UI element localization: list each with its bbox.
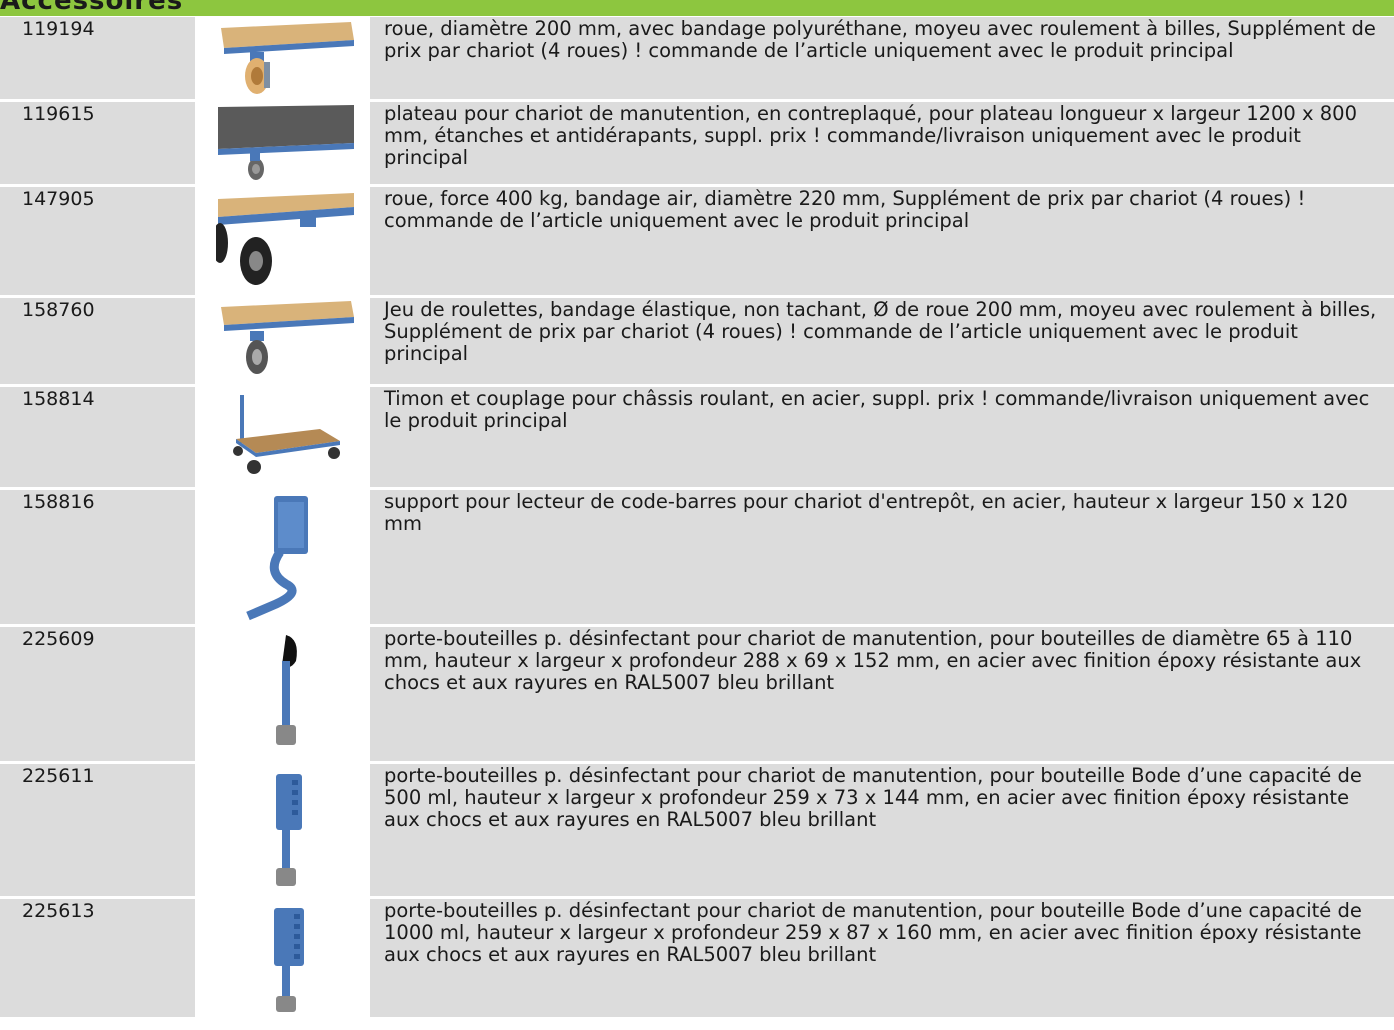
article-description: support pour lecteur de code-barres pour… — [370, 490, 1394, 627]
product-image — [195, 298, 370, 387]
table-row: 158814 Timon et couplage pour châssis ro… — [0, 387, 1394, 490]
tow-bar-cart-icon — [198, 387, 367, 487]
table-row: 158816 support pour lecteur de code-barr… — [0, 490, 1394, 627]
product-image — [195, 627, 370, 764]
article-description: porte-bouteilles p. désinfectant pour ch… — [370, 899, 1394, 1020]
accessories-table: 119194 roue, diamètre 200 mm, avec banda… — [0, 17, 1394, 1020]
article-description: Jeu de roulettes, bandage élastique, non… — [370, 298, 1394, 387]
product-image — [195, 387, 370, 490]
table-row: 147905 roue, force 400 kg, bandage air, … — [0, 187, 1394, 298]
castor-wheel-icon — [198, 17, 367, 99]
bottle-holder-icon — [198, 627, 367, 761]
article-number: 158760 — [0, 298, 195, 387]
table-row: 225613 porte-bouteilles p. désinfectant … — [0, 899, 1394, 1020]
article-number: 158814 — [0, 387, 195, 490]
product-image — [195, 187, 370, 298]
article-number: 225609 — [0, 627, 195, 764]
table-row: 119615 plateau pour chariot de manutenti… — [0, 102, 1394, 187]
bottle-holder-500-icon — [198, 764, 367, 896]
article-description: porte-bouteilles p. désinfectant pour ch… — [370, 627, 1394, 764]
accessories-page: Accessoires 119194 roue, diamètre 200 mm… — [0, 0, 1394, 1030]
section-title: Accessoires — [0, 0, 184, 16]
product-image — [195, 17, 370, 102]
article-description: porte-bouteilles p. désinfectant pour ch… — [370, 764, 1394, 899]
article-number: 119194 — [0, 17, 195, 102]
article-description: roue, force 400 kg, bandage air, diamètr… — [370, 187, 1394, 298]
scanner-holder-icon — [198, 490, 367, 624]
plywood-platform-icon — [198, 102, 367, 184]
table-row: 119194 roue, diamètre 200 mm, avec banda… — [0, 17, 1394, 102]
bottle-holder-1000-icon — [198, 899, 367, 1017]
section-header: Accessoires — [0, 0, 1394, 16]
article-number: 225613 — [0, 899, 195, 1020]
article-number: 147905 — [0, 187, 195, 298]
article-description: roue, diamètre 200 mm, avec bandage poly… — [370, 17, 1394, 102]
product-image — [195, 899, 370, 1020]
table-row: 225611 porte-bouteilles p. désinfectant … — [0, 764, 1394, 899]
article-number: 225611 — [0, 764, 195, 899]
article-number: 158816 — [0, 490, 195, 627]
castor-set-icon — [198, 298, 367, 384]
table-row: 158760 Jeu de roulettes, bandage élastiq… — [0, 298, 1394, 387]
pneumatic-wheel-icon — [198, 187, 367, 295]
product-image — [195, 490, 370, 627]
table-row: 225609 porte-bouteilles p. désinfectant … — [0, 627, 1394, 764]
product-image — [195, 764, 370, 899]
product-image — [195, 102, 370, 187]
article-number: 119615 — [0, 102, 195, 187]
article-description: plateau pour chariot de manutention, en … — [370, 102, 1394, 187]
article-description: Timon et couplage pour châssis roulant, … — [370, 387, 1394, 490]
